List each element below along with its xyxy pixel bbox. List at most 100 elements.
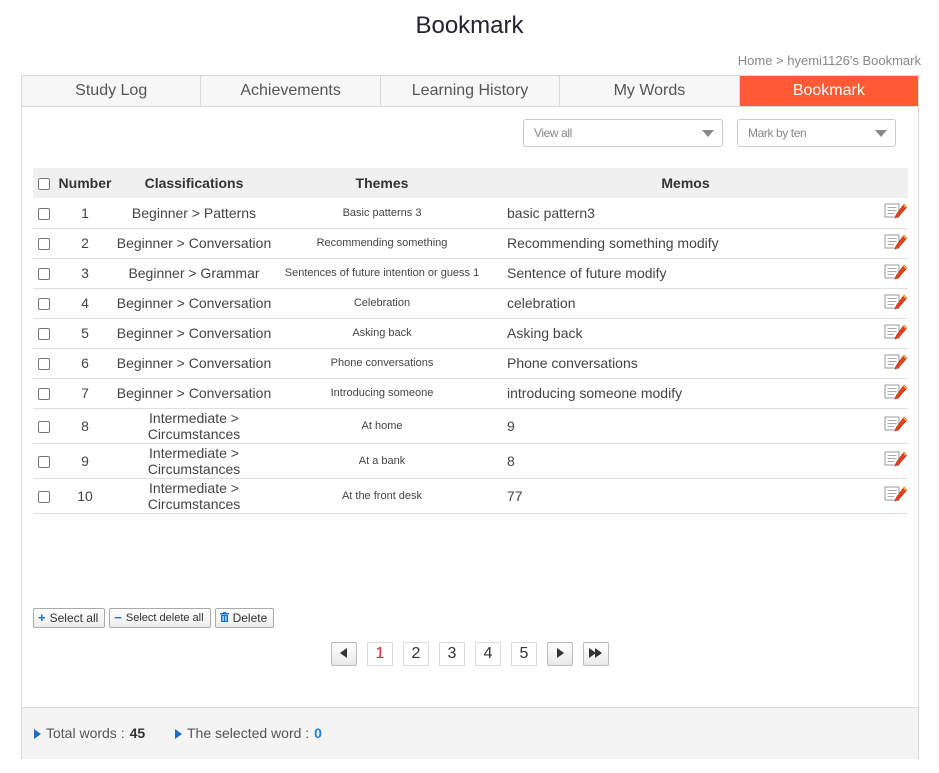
row-theme: At a bank: [273, 443, 491, 479]
row-checkbox[interactable]: [38, 298, 50, 311]
tab-study-log[interactable]: Study Log: [22, 76, 202, 106]
bookmark-table: Number Classifications Themes Memos 1 Beg…: [33, 168, 908, 514]
view-filter-select[interactable]: View all: [523, 119, 723, 147]
edit-memo-button[interactable]: [880, 348, 908, 379]
page-2[interactable]: 2: [403, 642, 429, 666]
row-memo: Asking back: [491, 318, 880, 349]
edit-memo-button[interactable]: [880, 378, 908, 409]
table-row: 6 Beginner > Conversation Phone conversati…: [33, 348, 908, 379]
mark-filter-value: Mark by ten: [748, 126, 807, 140]
header-number: Number: [55, 168, 115, 198]
row-checkbox[interactable]: [38, 490, 50, 503]
pagination: 1 2 3 4 5: [331, 642, 609, 666]
filter-bar: View all Mark by ten: [523, 119, 896, 147]
row-memo: Phone conversations: [491, 348, 880, 379]
trash-icon: [219, 609, 229, 627]
edit-memo-icon: [884, 264, 908, 283]
row-checkbox[interactable]: [38, 208, 50, 221]
row-checkbox[interactable]: [38, 328, 50, 341]
row-classification: Beginner > Conversation: [115, 348, 273, 379]
row-theme: At the front desk: [273, 478, 491, 514]
row-number: 2: [55, 228, 115, 259]
row-theme: Basic patterns 3: [273, 198, 491, 229]
tab-bookmark[interactable]: Bookmark: [739, 76, 919, 106]
chevron-down-icon: [702, 130, 714, 137]
row-classification: Beginner > Conversation: [115, 378, 273, 409]
tab-my-words[interactable]: My Words: [560, 76, 740, 106]
edit-memo-button[interactable]: [880, 198, 908, 229]
edit-memo-button[interactable]: [880, 288, 908, 319]
bullet-triangle-icon: [175, 729, 182, 739]
page-1[interactable]: 1: [367, 642, 393, 666]
row-number: 6: [55, 348, 115, 379]
last-page-button[interactable]: [583, 642, 609, 666]
breadcrumb: Home > hyemi1126's Bookmark: [737, 53, 921, 68]
tab-achievements[interactable]: Achievements: [201, 76, 381, 106]
row-checkbox[interactable]: [38, 388, 50, 401]
row-checkbox[interactable]: [38, 268, 50, 281]
table-row: 3 Beginner > Grammar Sentences of future i…: [33, 258, 908, 289]
row-number: 1: [55, 198, 115, 229]
edit-memo-button[interactable]: [880, 443, 908, 479]
table-row: 10 Intermediate > Circumstances At the fro…: [33, 478, 908, 514]
table-row: 8 Intermediate > Circumstances At home 9: [33, 408, 908, 444]
row-theme: Sentences of future intention or guess 1: [273, 258, 491, 289]
row-checkbox[interactable]: [38, 455, 50, 468]
row-checkbox[interactable]: [38, 420, 50, 433]
row-classification: Beginner > Conversation: [115, 288, 273, 319]
bullet-triangle-icon: [34, 729, 41, 739]
prev-page-button[interactable]: [331, 642, 357, 666]
minus-icon: −: [114, 610, 122, 625]
edit-memo-icon: [884, 416, 908, 435]
selected-word-value: 0: [314, 725, 322, 741]
bookmark-panel: Study Log Achievements Learning History …: [21, 75, 919, 759]
header-themes: Themes: [273, 168, 491, 198]
page-4[interactable]: 4: [475, 642, 501, 666]
page-3[interactable]: 3: [439, 642, 465, 666]
table-row: 9 Intermediate > Circumstances At a bank 8: [33, 443, 908, 479]
row-classification: Intermediate > Circumstances: [115, 408, 273, 444]
row-theme: Introducing someone: [273, 378, 491, 409]
tab-learning-history[interactable]: Learning History: [380, 76, 561, 106]
table-row: 2 Beginner > Conversation Recommending som…: [33, 228, 908, 259]
select-delete-all-button[interactable]: − Select delete all: [109, 608, 211, 628]
edit-memo-button[interactable]: [880, 318, 908, 349]
row-checkbox[interactable]: [38, 358, 50, 371]
edit-memo-button[interactable]: [880, 478, 908, 514]
row-number: 9: [55, 443, 115, 479]
mark-filter-select[interactable]: Mark by ten: [737, 119, 896, 147]
summary-footer: Total words : 45 The selected word : 0: [22, 707, 918, 759]
row-memo: Recommending something modify: [491, 228, 880, 259]
row-number: 8: [55, 408, 115, 444]
row-memo: basic pattern3: [491, 198, 880, 229]
select-all-checkbox[interactable]: [38, 178, 50, 191]
next-page-button[interactable]: [547, 642, 573, 666]
table-row: 4 Beginner > Conversation Celebration celeb…: [33, 288, 908, 319]
row-number: 7: [55, 378, 115, 409]
action-bar: + Select all − Select delete all Delete: [33, 608, 275, 628]
row-memo: 8: [491, 443, 880, 479]
row-theme: Recommending something: [273, 228, 491, 259]
row-theme: Celebration: [273, 288, 491, 319]
page-5[interactable]: 5: [511, 642, 537, 666]
row-classification: Intermediate > Circumstances: [115, 478, 273, 514]
row-theme: Asking back: [273, 318, 491, 349]
edit-memo-button[interactable]: [880, 258, 908, 289]
edit-memo-button[interactable]: [880, 228, 908, 259]
edit-memo-icon: [884, 234, 908, 253]
table-row: 7 Beginner > Conversation Introducing some…: [33, 378, 908, 409]
row-classification: Beginner > Grammar: [115, 258, 273, 289]
row-classification: Beginner > Conversation: [115, 318, 273, 349]
delete-button[interactable]: Delete: [214, 608, 275, 628]
edit-memo-icon: [884, 324, 908, 343]
total-words-value: 45: [129, 725, 146, 741]
plus-icon: +: [38, 610, 46, 625]
table-row: 1 Beginner > Patterns Basic patterns 3 basi…: [33, 198, 908, 229]
row-classification: Intermediate > Circumstances: [115, 443, 273, 479]
select-all-button[interactable]: + Select all: [33, 608, 106, 628]
row-checkbox[interactable]: [38, 238, 50, 251]
row-classification: Beginner > Patterns: [115, 198, 273, 229]
chevron-left-icon: [340, 645, 348, 663]
edit-memo-button[interactable]: [880, 408, 908, 444]
edit-memo-icon: [884, 294, 908, 313]
